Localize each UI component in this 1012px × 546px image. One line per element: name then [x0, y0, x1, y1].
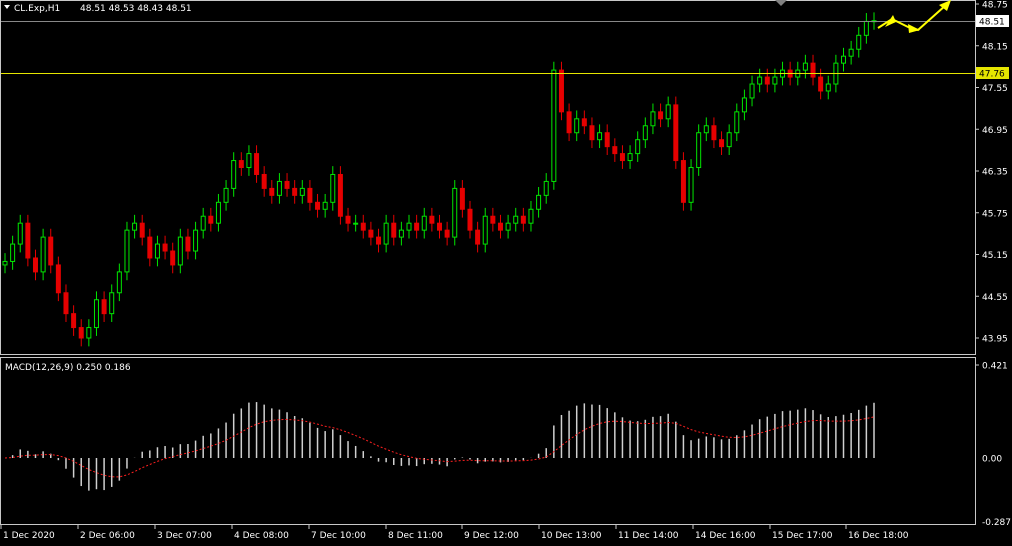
price-tick-label: 44.55	[982, 293, 1008, 303]
candle	[337, 166, 343, 225]
time-tick-label: 10 Dec 13:00	[541, 531, 602, 541]
price-tick-label: 46.95	[982, 126, 1008, 136]
candle	[558, 61, 564, 121]
time-tick-label: 1 Dec 2020	[3, 531, 55, 541]
candle	[680, 152, 686, 211]
macd-label: MACD(12,26,9) 0.250 0.186	[5, 363, 131, 373]
price-tick-label: 45.75	[982, 209, 1008, 219]
price-tick-label: 48.15	[982, 42, 1008, 52]
price-tick-label: 46.35	[982, 168, 1008, 178]
time-tick-label: 4 Dec 08:00	[234, 531, 289, 541]
candle	[673, 96, 679, 169]
time-tick-label: 2 Dec 06:00	[80, 531, 135, 541]
macd-tick-label: 0.421	[982, 362, 1008, 372]
chart-window[interactable]: CL.Exp,H1 48.51 48.53 48.43 48.51 48.75 4…	[0, 0, 1012, 543]
price-tick-label: 47.55	[982, 84, 1008, 94]
price-tick-label: 48.75	[982, 1, 1008, 11]
time-tick-label: 8 Dec 11:00	[388, 531, 443, 541]
time-tick-label: 9 Dec 12:00	[464, 531, 519, 541]
price-tick-label: 43.95	[982, 335, 1008, 345]
candle	[124, 221, 130, 281]
ohlc-text: 48.51 48.53 48.43 48.51	[80, 4, 192, 14]
macd-tick-label: -0.287	[982, 518, 1011, 528]
price-chart: CL.Exp,H1 48.51 48.53 48.43 48.51 48.75 4…	[0, 0, 1012, 543]
last-price-label: 48.51	[979, 18, 1005, 28]
candle	[452, 180, 458, 246]
time-tick-label: 15 Dec 17:00	[772, 531, 833, 541]
price-tick-label: 45.15	[982, 251, 1008, 261]
symbol-label: CL.Exp,H1	[14, 4, 60, 14]
time-tick-label: 14 Dec 16:00	[695, 531, 756, 541]
time-tick-label: 16 Dec 18:00	[848, 531, 909, 541]
time-tick-label: 11 Dec 14:00	[618, 531, 679, 541]
level-label: 47.76	[979, 70, 1005, 80]
macd-tick-label: 0.00	[982, 455, 1002, 465]
candle	[551, 61, 557, 190]
time-tick-label: 3 Dec 07:00	[157, 531, 212, 541]
time-tick-label: 7 Dec 10:00	[311, 531, 366, 541]
